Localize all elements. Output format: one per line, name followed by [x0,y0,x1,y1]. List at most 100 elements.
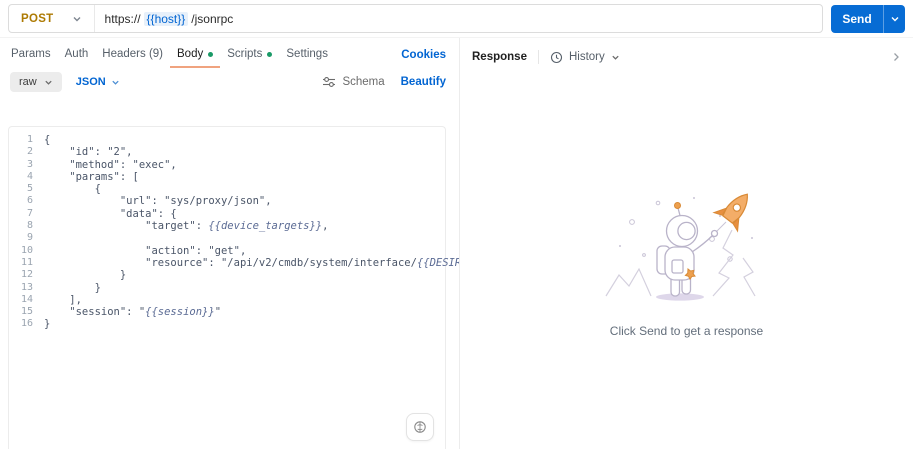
code-text: "action": "get", [145,244,247,257]
code-line[interactable]: 4 "params": [ [9,171,445,183]
tab-params[interactable]: Params [4,42,58,68]
cookies-link[interactable]: Cookies [395,42,452,68]
code-line[interactable]: 1{ [9,134,445,146]
url-suffix: /jsonrpc [191,11,234,26]
postbot-icon [414,421,426,433]
send-split-button: Send [831,4,905,33]
url-input[interactable]: https://{{host}}/jsonrpc [95,11,234,26]
response-header: Response History [460,44,913,70]
line-number: 8 [26,220,33,232]
tab-body[interactable]: Body [170,42,221,68]
code-text: "session": "{{session}}" [69,306,222,319]
code-line[interactable]: 13} [9,282,445,294]
code-text: "params": [ [69,170,139,183]
code-line[interactable]: 7 "data": { [9,208,445,220]
divider [537,50,539,64]
line-number: 11 [20,256,33,268]
code-text: "method": "exec", [69,158,177,171]
code-text: } [94,281,101,294]
language-dropdown[interactable]: JSON [76,76,120,88]
url-host-variable[interactable]: {{host}} [143,11,189,26]
line-number: 6 [26,195,33,207]
astronaut-rocket-illustration [604,193,756,301]
line-number: 5 [26,183,33,195]
code-line[interactable]: 11 "resource": "/api/v2/cmdb/system/inter… [9,256,556,269]
response-panel: Response History Click Send to get a res… [460,38,913,449]
environment-variable: {{session}} [145,306,215,319]
tab-settings[interactable]: Settings [279,42,335,68]
code-text: "data": { [119,207,177,220]
code-line[interactable]: 3 "method": "exec", [9,159,445,171]
line-number: 16 [20,318,33,330]
code-line[interactable]: 10 "action": "get", [9,245,445,257]
code-line[interactable]: 16} [9,318,445,330]
chevron-down-icon [45,80,52,85]
chevron-down-icon [73,16,81,21]
line-number: 3 [26,158,33,170]
postbot-button[interactable] [406,413,434,441]
line-number: 12 [20,269,33,281]
chevron-right-icon [894,53,899,61]
body-format-dropdown[interactable]: raw [10,72,62,92]
code-line[interactable]: 14], [9,294,445,306]
send-options-button[interactable] [884,5,905,33]
empty-state-caption: Click Send to get a response [609,324,764,338]
code-line[interactable]: 5{ [9,183,445,195]
tab-scripts[interactable]: Scripts [220,42,279,68]
collapse-panel-button[interactable] [891,51,901,63]
chevron-down-icon [612,55,619,60]
request-tabs: Params Auth Headers (9) Body Scripts Settings… [0,42,456,68]
url-container: POST https://{{host}}/jsonrpc [8,4,823,33]
response-empty-state: Click Send to get a response [460,176,913,338]
tab-label: Auth [64,48,89,60]
code-text: ], [69,293,82,306]
line-number: 10 [20,244,33,256]
tab-label: Settings [286,48,328,60]
code-line[interactable]: 12} [9,269,445,281]
body-editor[interactable]: 1{2 "id": "2", 3 "method": "exec", 4 "params"… [8,126,556,449]
method-selector[interactable]: POST [9,5,95,32]
chevron-down-icon [891,16,898,21]
language-label: JSON [75,76,106,88]
url-prefix: https:// [104,11,141,26]
history-dropdown[interactable]: History [550,51,620,64]
line-number: 7 [26,207,33,219]
tab-label: Headers (9) [102,48,164,60]
code-text: "url": "sys/proxy/json", [119,195,272,208]
code-line[interactable]: 6 "url": "sys/proxy/json", [9,195,445,207]
line-number: 4 [26,170,33,182]
beautify-button[interactable]: Beautify [401,76,446,88]
code-area: 1{2 "id": "2", 3 "method": "exec", 4 "params"… [9,127,556,331]
line-number: 1 [26,134,33,145]
tab-label: Scripts [227,48,263,60]
history-clock-icon [550,51,563,63]
tab-auth[interactable]: Auth [58,42,96,68]
line-number: 9 [26,232,33,244]
request-bar: POST https://{{host}}/jsonrpc Send [0,0,913,38]
history-label: History [568,51,605,63]
code-line[interactable]: 8 "target": {{device_targets}}, [9,220,445,232]
line-number: 13 [20,281,33,293]
schema-button[interactable]: Schema [322,76,385,88]
line-number: 2 [26,146,33,158]
code-line[interactable]: 9 [9,232,445,244]
sliders-icon [323,77,336,87]
code-text: { [44,134,51,146]
tab-content-dot [267,51,273,57]
send-button[interactable]: Send [831,4,884,33]
tab-label: Body [177,48,204,60]
code-text: } [119,269,127,282]
body-toolbar: raw JSON Schema Beautify [0,68,456,96]
line-number: 14 [20,293,33,305]
tab-headers-9[interactable]: Headers (9) [95,42,170,68]
tab-content-dot [208,51,214,57]
code-line[interactable]: 2 "id": "2", [9,146,445,158]
code-line[interactable]: 15 "session": "{{session}}" [9,306,445,318]
environment-variable: {{device_targets}} [208,220,323,233]
request-panel: Params Auth Headers (9) Body Scripts Settings… [0,38,556,449]
method-label: POST [21,12,54,25]
body-format-label: raw [19,76,37,88]
response-title: Response [472,51,527,63]
tab-label: Params [11,48,51,60]
line-number: 15 [20,306,33,318]
